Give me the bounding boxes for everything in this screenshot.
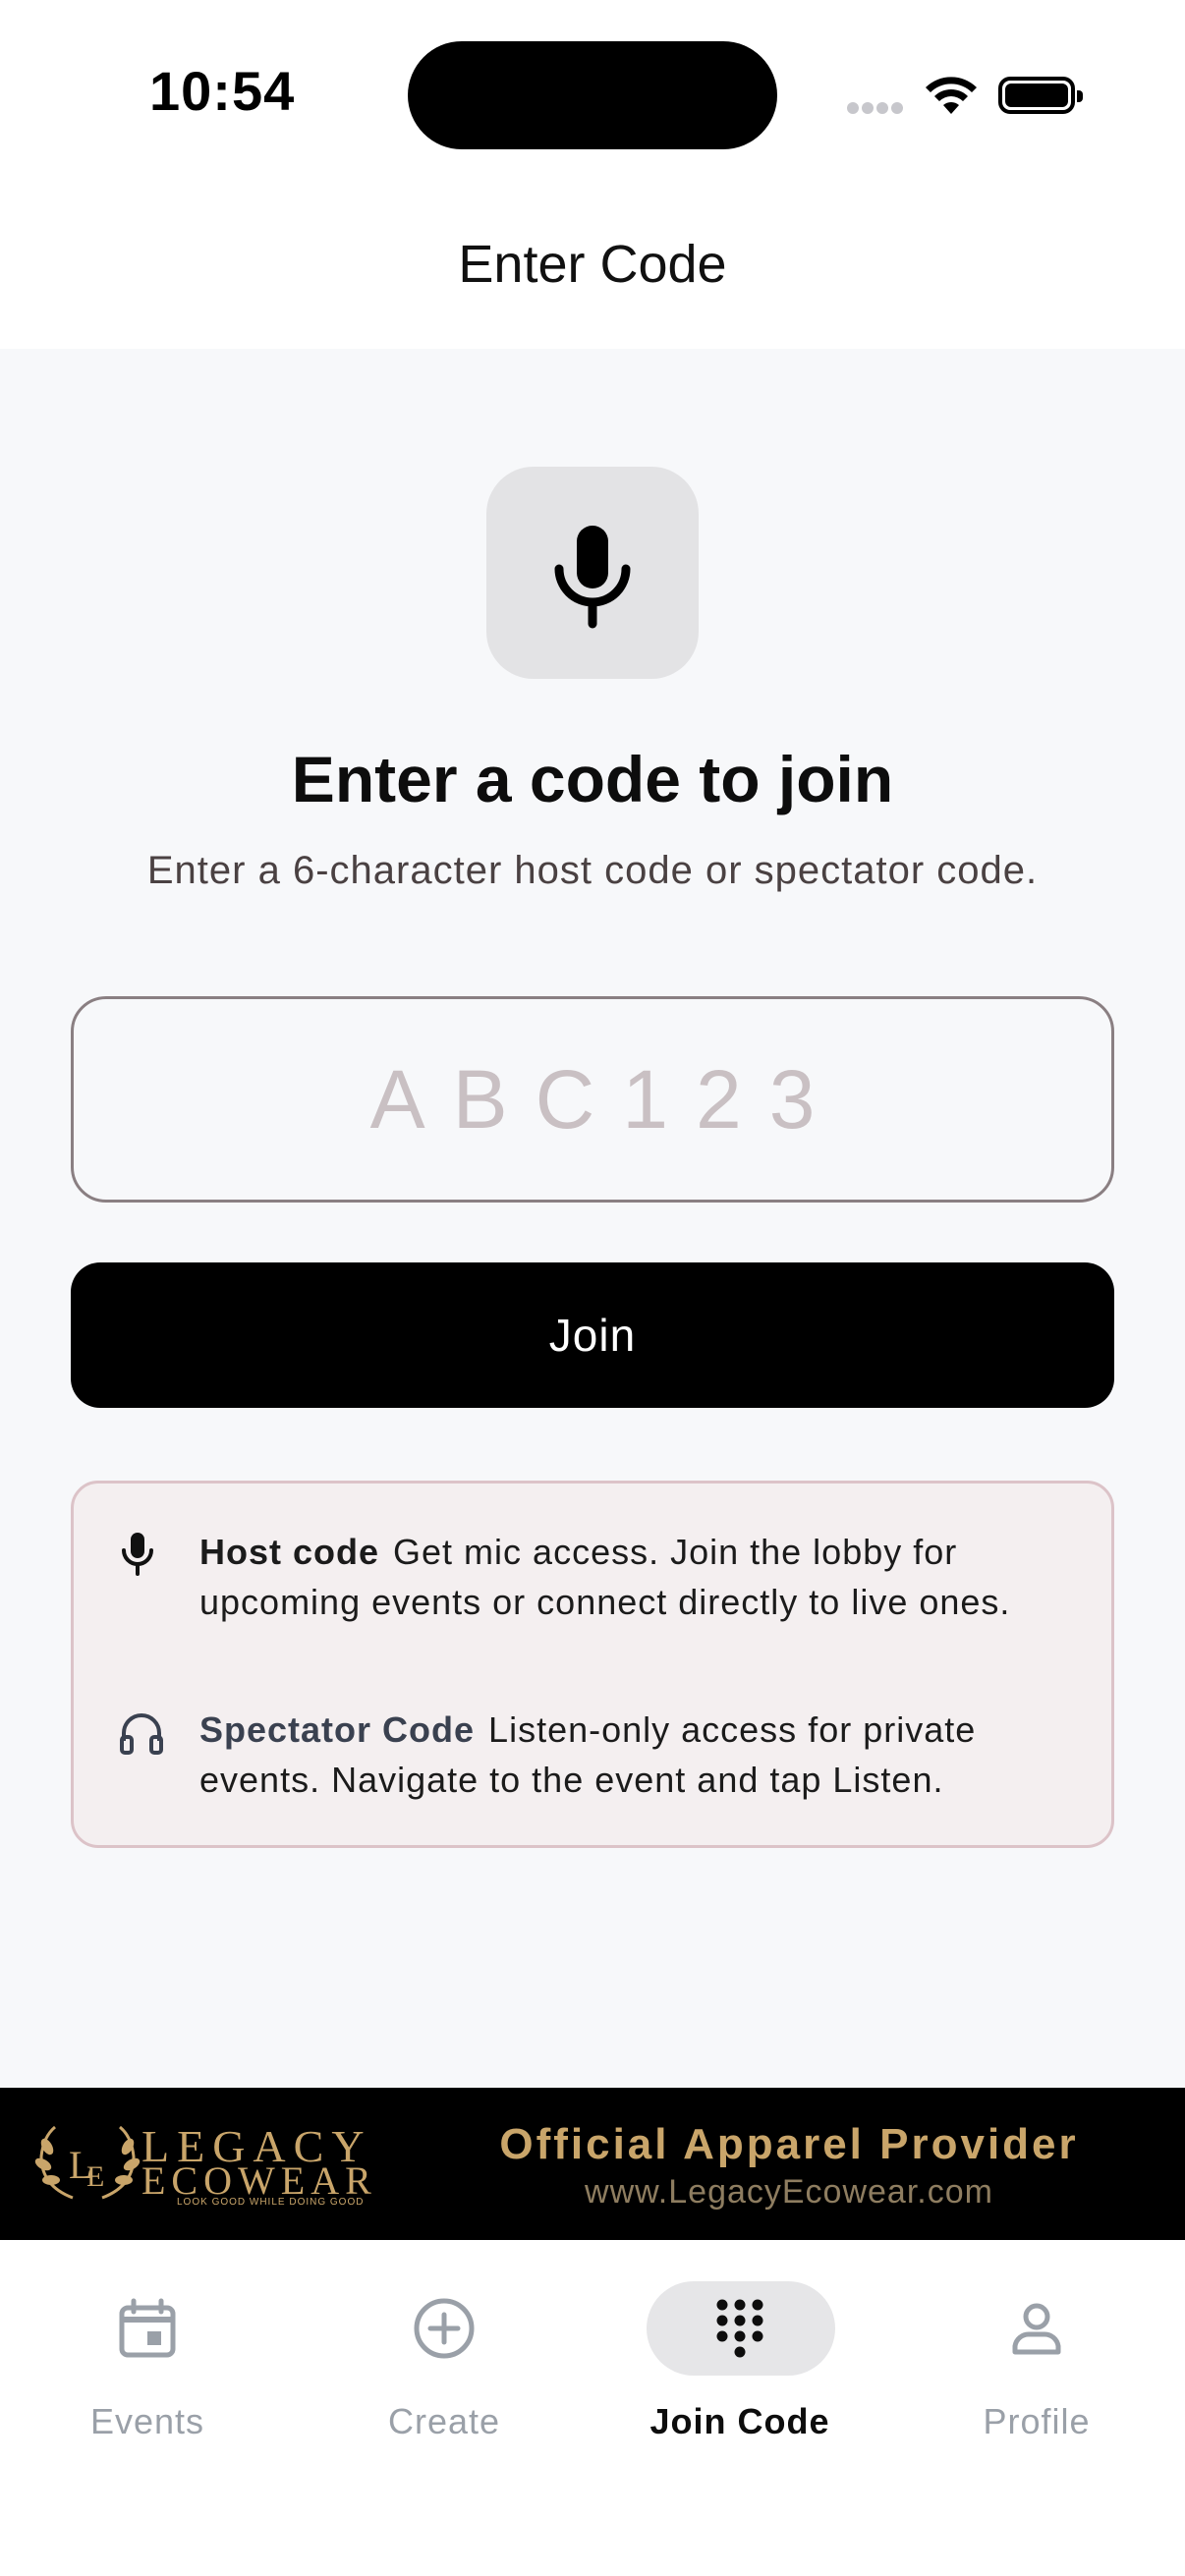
dialpad-icon	[592, 2250, 887, 2407]
host-code-info: Host code Get mic access. Join the lobby …	[199, 1527, 1064, 1627]
microphone-icon	[119, 1531, 156, 1583]
banner-tagline: LOOK GOOD WHILE DOING GOOD	[177, 2197, 365, 2208]
cellular-signal-icon	[847, 101, 906, 119]
page-title: Enter Code	[458, 235, 727, 294]
tab-create-label: Create	[387, 2401, 501, 2441]
banner-url[interactable]: www.LegacyEcowear.com	[413, 2173, 1165, 2212]
dynamic-island	[408, 41, 777, 149]
wifi-icon	[924, 75, 979, 121]
join-heading: Enter a code to join	[291, 743, 894, 815]
banner-title: Official Apparel Provider	[499, 2120, 1079, 2168]
status-time: 10:54	[149, 60, 296, 122]
plus-circle-icon	[297, 2250, 592, 2407]
spectator-code-info: Spectator Code Listen-only access for pri…	[199, 1705, 1064, 1805]
battery-icon	[998, 77, 1083, 114]
tab-create[interactable]: Create	[297, 2250, 592, 2442]
tab-profile[interactable]: Profile	[889, 2250, 1184, 2442]
join-button[interactable]: Join	[71, 1262, 1114, 1408]
headphones-icon	[119, 1711, 164, 1760]
tab-join-code[interactable]: Join Code	[592, 2250, 887, 2442]
person-icon	[889, 2250, 1184, 2407]
calendar-icon	[0, 2250, 295, 2407]
svg-text:E: E	[86, 2160, 104, 2193]
code-info-card: Host code Get mic access. Join the lobby …	[71, 1481, 1114, 1848]
microphone-icon	[486, 467, 699, 679]
tab-profile-label: Profile	[983, 2401, 1091, 2441]
code-input[interactable]	[71, 996, 1114, 1203]
tab-events-label: Events	[89, 2401, 205, 2441]
join-subtitle: Enter a 6-character host code or spectat…	[146, 849, 1039, 892]
spectator-code-label: Spectator Code	[199, 1709, 476, 1750]
tab-events[interactable]: Events	[0, 2250, 295, 2442]
tab-join-code-label: Join Code	[649, 2401, 830, 2441]
host-code-label: Host code	[199, 1532, 380, 1572]
